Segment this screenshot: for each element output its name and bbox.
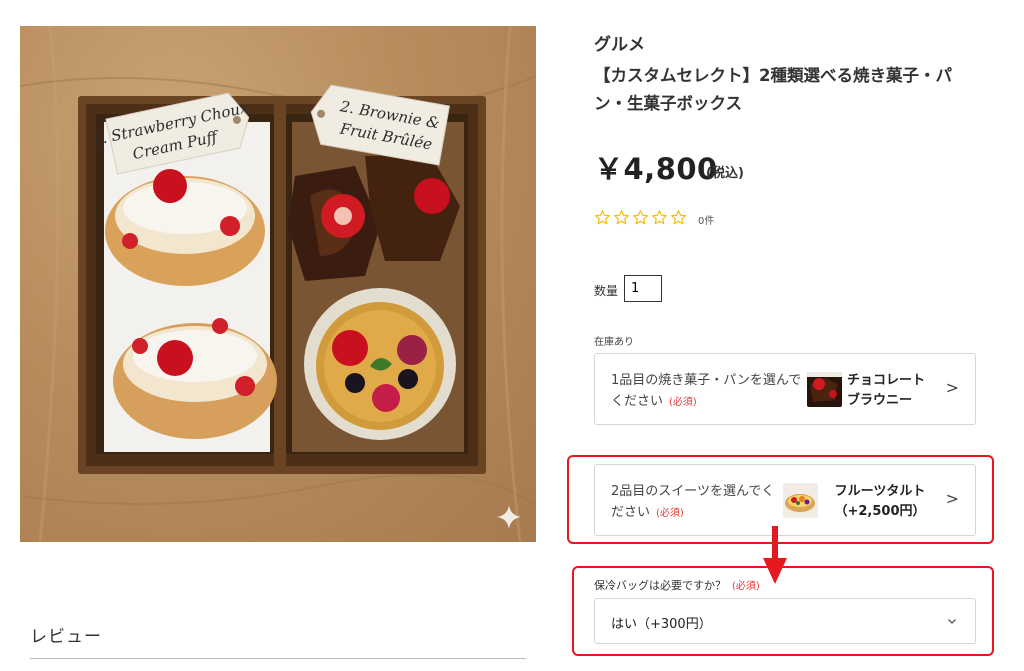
product-price: ￥4,800 [594,152,718,186]
chevron-right-icon: > [945,378,959,397]
option-1-selector[interactable]: 1品目の焼き菓子・パンを選んでください (必須) チョコレート ブラウニー > [594,353,976,425]
option-1-required: (必須) [669,397,697,408]
review-count[interactable]: 0件 [698,212,714,227]
reviews-divider [30,658,526,659]
creme-brulee [304,288,456,440]
option-1-prompt: 1品目の焼き菓子・パンを選んでください (必須) [611,370,811,413]
quantity-label: 数量 [594,284,619,298]
sparkle-icon [497,505,521,529]
option-1-selected-line2: ブラウニー [847,393,913,408]
product-category: グルメ [594,35,645,55]
product-title: 【カスタムセレクト】2種類選べる焼き菓子・パン・生菓子ボックス [594,66,952,113]
reviews-heading: レビュー [30,627,102,647]
star-outline-icon[interactable] [670,209,687,226]
option-1-selected: チョコレート ブラウニー [847,371,941,411]
quantity-input[interactable] [624,275,662,302]
tax-note: (税込) [706,166,744,181]
star-outline-icon[interactable] [594,209,611,226]
option-1-prompt-text: 1品目の焼き菓子・パンを選んでください [611,373,802,409]
dessert-box-illustration: 1. Strawberry Choux Cream Puff 2. Browni… [20,26,536,542]
option-1-selected-line1: チョコレート [847,373,926,388]
star-outline-icon[interactable] [613,209,630,226]
star-outline-icon[interactable] [651,209,668,226]
annotation-arrow-icon [763,526,787,584]
brownie-thumbnail-icon [807,372,842,407]
star-outline-icon[interactable] [632,209,649,226]
stock-status: 在庫あり [594,337,634,348]
rating-stars[interactable] [594,209,687,226]
product-image: 1. Strawberry Choux Cream Puff 2. Browni… [20,26,536,542]
